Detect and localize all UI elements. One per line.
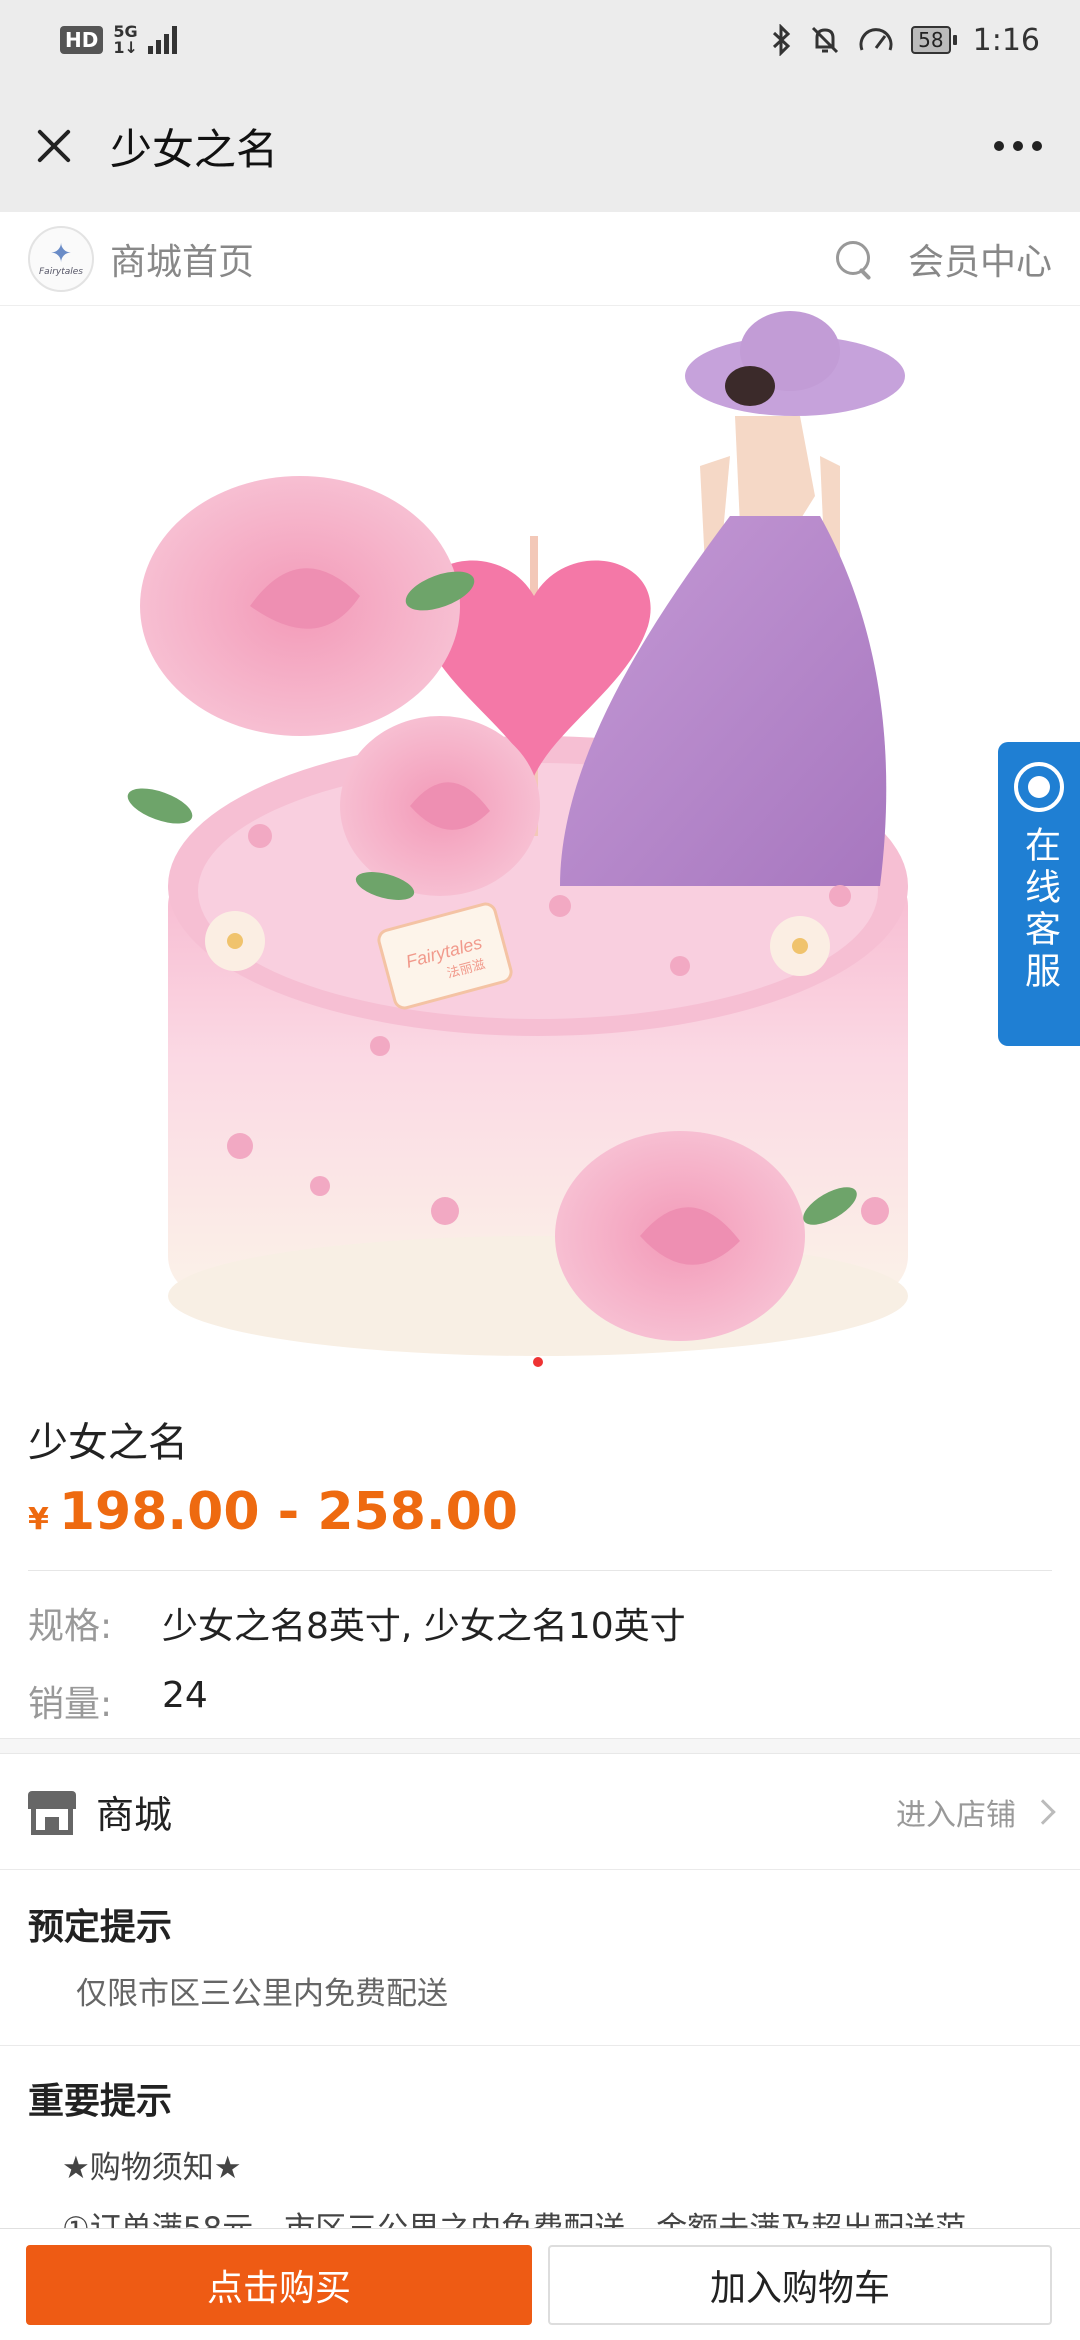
sales-row: 销量: 24 [28,1675,1052,1727]
status-right: 58 1:16 [771,23,1040,58]
fairy-icon: ✦ [50,238,72,269]
chevron-right-icon [1030,1798,1056,1825]
speed-gauge-icon [859,28,893,51]
booking-notice: 预定提示 仅限市区三公里内免费配送 [0,1898,1080,2046]
sales-label: 销量: [28,1684,113,1725]
spec-row: 规格: 少女之名8英寸, 少女之名10英寸 [28,1597,1052,1649]
carousel-indicator[interactable] [533,1357,543,1367]
price-row: ¥ 198.00 - 258.00 [28,1482,1052,1542]
important-notice-line: ★购物须知★ [62,2150,242,2186]
booking-notice-text: 仅限市区三公里内免费配送 [76,1976,448,2012]
divider [28,1570,1052,1571]
home-link[interactable]: 商城首页 [110,233,254,285]
page-title: 少女之名 [110,124,279,174]
spec-label: 规格: [28,1606,113,1647]
shop-logo[interactable]: ✦ Fairytales [28,225,94,292]
close-icon[interactable] [28,120,80,172]
store-icon [28,1789,76,1835]
important-notice-title: 重要提示 [28,2081,173,2122]
spec-value: 少女之名8英寸, 少女之名10英寸 [162,1606,686,1647]
product-info: 少女之名 ¥ 198.00 - 258.00 规格: 少女之名8英寸, 少女之名… [0,1386,1080,1727]
shop-header: ✦ Fairytales 商城首页 会员中心 [0,212,1080,306]
store-name: 商城 [96,1793,173,1837]
title-bar: 少女之名 [0,80,1080,212]
online-service-button[interactable]: 在线客服 [998,742,1080,1046]
sales-value: 24 [162,1675,208,1716]
add-to-cart-button[interactable]: 加入购物车 [548,2244,1052,2325]
booking-notice-title: 预定提示 [28,1907,173,1948]
hd-badge: HD [60,26,104,54]
battery-icon: 58 [911,26,957,54]
search-icon[interactable] [832,237,876,281]
status-bar: HD 5G 1↓ 58 1:16 [0,0,1080,80]
important-notice: 重要提示 ★购物须知★ ①订单满58元，市区三公里之内免费配送，金额未满及超出配… [0,2072,1080,2248]
mute-bell-icon [812,26,839,54]
cake-illustration: Fairytales 法丽滋 [127,311,908,1356]
network-activity: 1↓ [113,38,138,57]
bottom-action-bar: 点击购买 加入购物车 [0,2228,1080,2340]
status-left: HD 5G 1↓ [60,24,177,56]
online-service-label: 在线客服 [1019,826,1060,994]
signal-icon [147,26,177,54]
store-row[interactable]: 商城 进入店铺 [0,1754,1080,1870]
product-name: 少女之名 [28,1420,188,1466]
section-gap [0,1738,1080,1754]
price-range: 198.00 - 258.00 [58,1482,518,1542]
member-center-link[interactable]: 会员中心 [908,233,1052,285]
more-options-icon[interactable] [984,131,1052,161]
customer-service-icon [1014,762,1064,812]
battery-level: 58 [911,26,951,54]
network-indicator: 5G 1↓ [113,24,138,56]
enter-store-link[interactable]: 进入店铺 [896,1790,1016,1834]
currency-symbol: ¥ [28,1502,49,1537]
shop-logo-text: Fairytales [39,266,83,277]
buy-now-button[interactable]: 点击购买 [26,2244,532,2325]
clock: 1:16 [972,22,1040,58]
bluetooth-icon [773,24,791,56]
product-image[interactable]: Fairytales 法丽滋 [0,306,1080,1386]
